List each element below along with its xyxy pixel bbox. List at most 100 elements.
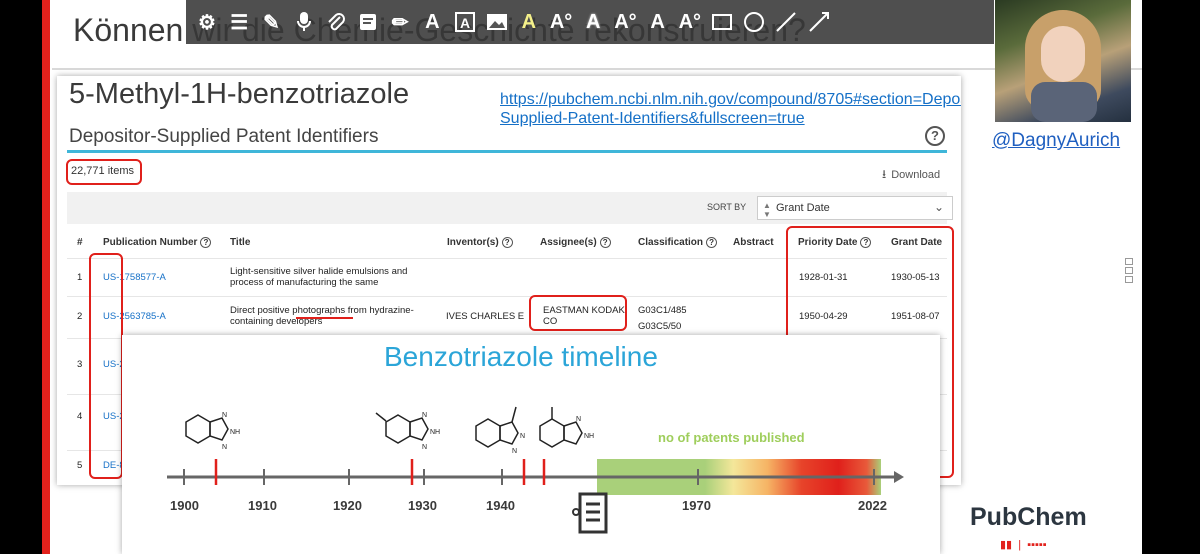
col-header-abstract[interactable]: Abstract xyxy=(733,237,774,248)
highlight-a-icon[interactable]: A xyxy=(514,7,544,37)
sort-label: SORT BY xyxy=(707,202,747,212)
assignee-highlight xyxy=(529,295,627,331)
help-icon[interactable]: ? xyxy=(599,237,611,248)
year-label: 1900 xyxy=(170,498,199,513)
sort-bar: SORT BY ▲ ▼ Grant Date ⌄ xyxy=(67,192,953,224)
textbox-icon[interactable]: A xyxy=(450,7,480,37)
list-icon[interactable]: ☰ xyxy=(224,7,254,37)
help-icon[interactable]: ? xyxy=(200,237,212,248)
svg-text:A: A xyxy=(460,15,470,31)
classification-line1: G03C1/485 xyxy=(638,305,687,316)
year-label: 1910 xyxy=(248,498,277,513)
svg-text:N: N xyxy=(222,444,227,451)
svg-text:N: N xyxy=(222,412,227,419)
row-number: 3 xyxy=(77,359,83,370)
highlighter-icon[interactable]: ✎ xyxy=(256,7,286,37)
line-icon[interactable] xyxy=(771,7,801,37)
pen-icon[interactable]: ✏ xyxy=(385,7,415,37)
methylbenzotriazole-molecule-icon: NH N N xyxy=(375,412,440,451)
rectangle-icon[interactable] xyxy=(707,7,737,37)
help-icon[interactable]: ? xyxy=(706,237,718,248)
bold-a-icon[interactable]: A xyxy=(643,7,673,37)
microphone-icon[interactable] xyxy=(289,7,319,37)
col-header-label: Publication Number xyxy=(103,237,198,248)
help-icon[interactable]: ? xyxy=(501,237,513,248)
svg-text:N: N xyxy=(422,412,427,419)
section-title: Depositor-Supplied Patent Identifiers xyxy=(69,126,379,147)
help-icon[interactable]: ? xyxy=(925,126,945,146)
image-icon[interactable] xyxy=(482,7,512,37)
download-button[interactable]: ⭳ Download xyxy=(882,165,940,186)
banner-text: no of patents published xyxy=(658,430,805,445)
bold-a-plus-icon[interactable]: A° xyxy=(675,7,705,37)
year-label: 1920 xyxy=(333,498,362,513)
twitter-handle[interactable]: @DagnyAurich xyxy=(992,130,1120,152)
svg-text:N: N xyxy=(512,448,517,455)
sort-select[interactable]: ▲ ▼ Grant Date ⌄ xyxy=(757,196,953,220)
patents-banner: no of patents published xyxy=(658,430,805,445)
col-header-number: # xyxy=(77,237,83,248)
arrow-line-icon[interactable] xyxy=(804,7,834,37)
text-icon[interactable]: A xyxy=(417,7,447,37)
classification-line2: G03C5/50 xyxy=(638,321,682,332)
download-label: Download xyxy=(891,169,941,181)
pubchem-url-link[interactable]: https://pubchem.ncbi.nlm.nih.gov/compoun… xyxy=(500,90,961,128)
year-label: 1930 xyxy=(408,498,437,513)
axis-arrow-icon xyxy=(894,471,904,483)
timeline-graphic: NH N N NH N N N N NH N xyxy=(167,406,904,495)
highlight-a-plus-icon[interactable]: A° xyxy=(546,7,576,37)
left-letterbox xyxy=(0,0,42,554)
photo-scarf xyxy=(1031,82,1097,122)
section-divider xyxy=(67,150,947,153)
sort-value: Grant Date xyxy=(776,202,830,214)
svg-text:NH: NH xyxy=(584,433,594,440)
svg-text:NH: NH xyxy=(430,429,440,436)
slide-nav-dots[interactable] xyxy=(1125,258,1134,285)
publication-column-highlight xyxy=(89,253,123,479)
benzotriazole-molecule-icon: NH N N xyxy=(185,412,240,451)
col-header-classification[interactable]: Classification? xyxy=(638,237,718,248)
col-header-label: Classification xyxy=(638,237,704,248)
svg-text:N: N xyxy=(520,433,525,440)
svg-text:NH: NH xyxy=(230,429,240,436)
paperclip-icon[interactable] xyxy=(321,7,351,37)
inventor: IVES CHARLES E xyxy=(446,311,525,322)
row-number: 4 xyxy=(77,411,83,422)
col-header-publication[interactable]: Publication Number? xyxy=(103,237,212,248)
outline-a-icon[interactable]: A xyxy=(578,7,608,37)
row-title-line2: process of manufacturing the same xyxy=(230,277,379,288)
col-header-inventor[interactable]: Inventor(s)? xyxy=(447,237,513,248)
col-header-label: Assignee(s) xyxy=(540,237,597,248)
annotation-toolbar: ⚙ ☰ ✎ ✏ A A A A° A A° A A° xyxy=(186,0,994,44)
row-number: 5 xyxy=(77,460,83,471)
row-number: 1 xyxy=(77,272,83,283)
circle-icon[interactable] xyxy=(739,7,769,37)
col-header-assignee[interactable]: Assignee(s)? xyxy=(540,237,611,248)
document-list-icon[interactable] xyxy=(572,492,608,534)
red-accent-bar xyxy=(42,0,50,554)
row-title-line1: Direct positive photographs from hydrazi… xyxy=(230,305,414,316)
sort-direction-icon: ▲ ▼ xyxy=(763,201,771,219)
n-methylbenzotriazole-molecule-icon: N N xyxy=(475,406,525,455)
svg-text:N: N xyxy=(576,416,581,423)
year-label: 1970 xyxy=(682,498,711,513)
note-icon[interactable] xyxy=(353,7,383,37)
presenter-photo xyxy=(995,0,1131,122)
compound-name: 5-Methyl-1H-benzotriazole xyxy=(69,78,410,110)
footer-logo-marks: ▮▮ | ▪▪▪▪▪ xyxy=(1000,539,1047,551)
photo-face xyxy=(1041,26,1085,82)
download-icon: ⭳ xyxy=(882,167,887,181)
row-number: 2 xyxy=(77,311,83,322)
col-header-title[interactable]: Title xyxy=(230,237,250,248)
event-markers xyxy=(214,459,546,485)
row-title-line1: Light-sensitive silver halide emulsions … xyxy=(230,266,408,277)
gear-icon[interactable]: ⚙ xyxy=(192,7,222,37)
outline-a-plus-icon[interactable]: A° xyxy=(610,7,640,37)
items-count-highlight xyxy=(66,159,142,185)
title-divider xyxy=(52,68,1142,70)
pubchem-logo: PubChem xyxy=(970,503,1087,531)
year-label: 2022 xyxy=(858,498,887,513)
right-letterbox xyxy=(1142,0,1200,554)
chevron-down-icon: ⌄ xyxy=(933,200,944,214)
col-header-label: Inventor(s) xyxy=(447,237,499,248)
